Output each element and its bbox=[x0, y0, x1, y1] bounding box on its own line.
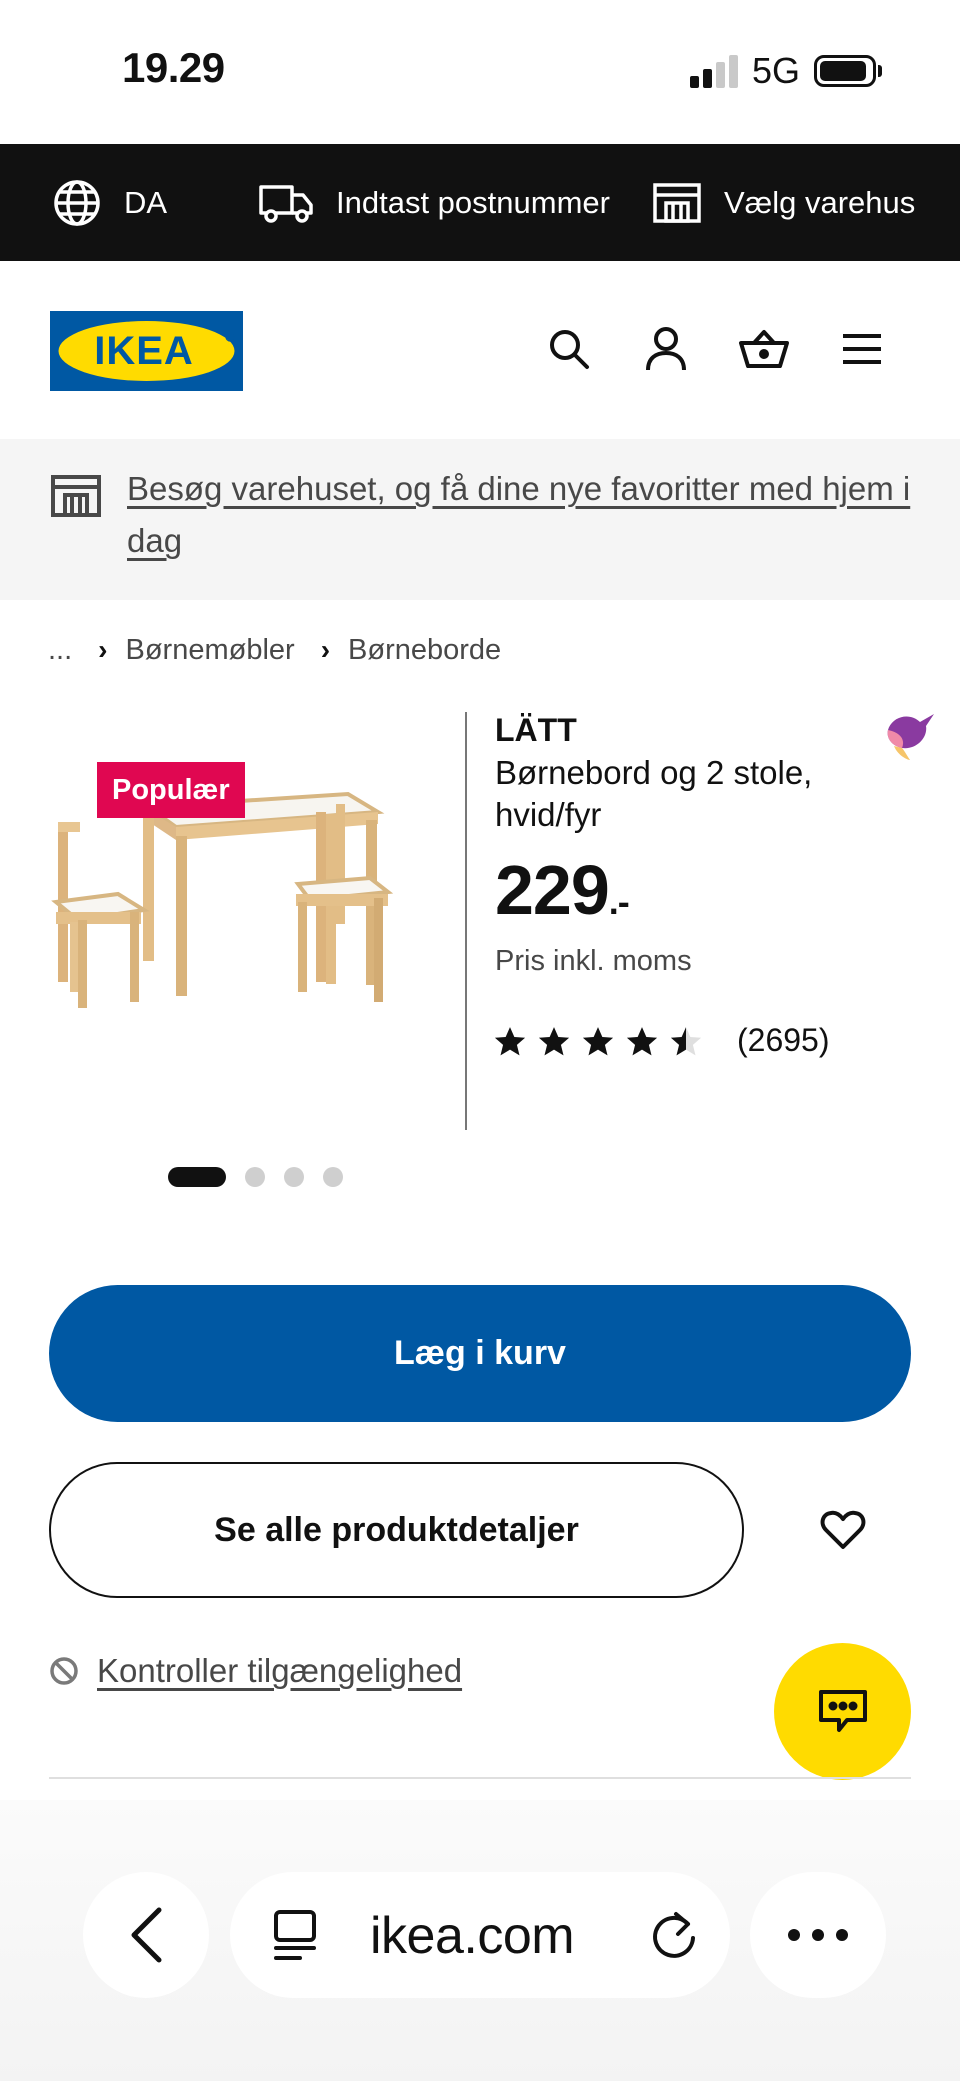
browser-back-button[interactable] bbox=[83, 1872, 209, 1998]
chevron-left-icon bbox=[131, 1907, 162, 1963]
battery-icon bbox=[814, 55, 876, 87]
account-icon[interactable] bbox=[638, 321, 694, 377]
postcode-selector[interactable]: Indtast postnummer bbox=[258, 144, 610, 261]
carousel-dot[interactable] bbox=[168, 1167, 226, 1187]
star-icon bbox=[494, 1026, 526, 1055]
rating-stars bbox=[493, 1025, 713, 1057]
reader-icon[interactable] bbox=[270, 1908, 320, 1962]
product-name: LÄTT bbox=[495, 712, 577, 748]
store-icon bbox=[653, 182, 701, 223]
review-count: (2695) bbox=[737, 1022, 830, 1058]
breadcrumb: ... › Børnemøbler › Børneborde bbox=[48, 630, 501, 670]
image-divider bbox=[465, 712, 467, 1130]
network-label: 5G bbox=[752, 50, 801, 91]
favorite-button[interactable] bbox=[800, 1498, 886, 1562]
breadcrumb-item[interactable]: Børnemøbler bbox=[126, 634, 295, 667]
unavailable-icon bbox=[50, 1657, 78, 1685]
top-utility-bar: DA Indtast postnummer Vælg varehus bbox=[0, 144, 960, 261]
more-icon bbox=[788, 1929, 848, 1941]
heart-icon bbox=[820, 1510, 866, 1549]
carousel-dot[interactable] bbox=[323, 1167, 343, 1187]
section-divider bbox=[49, 1777, 911, 1779]
carousel-dot[interactable] bbox=[284, 1167, 304, 1187]
chevron-right-icon: › bbox=[320, 634, 331, 665]
postcode-label: Indtast postnummer bbox=[336, 184, 610, 220]
product-description: Børnebord og 2 stole, hvid/fyr bbox=[495, 754, 813, 833]
menu-icon[interactable] bbox=[834, 321, 890, 377]
chat-button[interactable] bbox=[774, 1643, 911, 1780]
check-availability-link[interactable]: Kontroller tilgængelighed bbox=[97, 1652, 462, 1690]
chat-icon bbox=[818, 1689, 867, 1732]
see-details-button[interactable]: Se alle produktdetaljer bbox=[49, 1462, 744, 1598]
status-time: 19.29 bbox=[122, 44, 225, 91]
browser-url: ikea.com bbox=[370, 1907, 575, 1965]
ikea-logo[interactable]: IKEA bbox=[50, 311, 243, 391]
store-visit-link[interactable]: Besøg varehuset, og få dine nye favoritt… bbox=[127, 463, 917, 567]
svg-text:IKEA: IKEA bbox=[94, 329, 194, 373]
breadcrumb-item[interactable]: Børneborde bbox=[348, 634, 501, 667]
chevron-right-icon: › bbox=[98, 634, 108, 665]
status-bar: 19.29 5G bbox=[0, 0, 960, 144]
star-icon bbox=[626, 1026, 658, 1055]
store-selector[interactable]: Vælg varehus bbox=[652, 144, 915, 261]
language-label: DA bbox=[124, 184, 168, 220]
popular-badge: Populær bbox=[97, 762, 245, 818]
store-icon bbox=[51, 475, 101, 517]
store-visit-banner: Besøg varehuset, og få dine nye favoritt… bbox=[0, 439, 960, 600]
breadcrumb-ellipsis[interactable]: ... bbox=[48, 634, 72, 667]
availability-row: Kontroller tilgængelighed bbox=[49, 1652, 462, 1690]
signal-icon bbox=[690, 54, 740, 88]
rating[interactable]: (2695) bbox=[493, 1022, 830, 1059]
reload-icon[interactable] bbox=[648, 1908, 700, 1962]
add-to-cart-button[interactable]: Læg i kurv bbox=[49, 1285, 911, 1422]
carousel-dot[interactable] bbox=[245, 1167, 265, 1187]
browser-address-bar[interactable]: ikea.com bbox=[230, 1872, 730, 1998]
star-icon bbox=[670, 1026, 702, 1055]
browser-toolbar: ikea.com bbox=[0, 1800, 960, 2081]
globe-icon bbox=[54, 179, 100, 226]
truck-icon bbox=[259, 184, 313, 223]
star-icon bbox=[582, 1026, 614, 1055]
basket-icon[interactable] bbox=[736, 321, 792, 377]
site-header: IKEA bbox=[0, 261, 960, 439]
store-label: Vælg varehus bbox=[724, 184, 916, 220]
product-price: 229.- bbox=[495, 850, 630, 930]
vat-note: Pris inkl. moms bbox=[495, 945, 692, 977]
search-icon[interactable] bbox=[541, 321, 597, 377]
image-carousel-dots[interactable] bbox=[168, 1167, 362, 1187]
price-value: 229 bbox=[495, 851, 610, 929]
browser-more-button[interactable] bbox=[750, 1872, 886, 1998]
price-suffix: .- bbox=[608, 881, 630, 922]
star-icon bbox=[538, 1026, 570, 1055]
language-selector[interactable]: DA bbox=[52, 144, 167, 261]
